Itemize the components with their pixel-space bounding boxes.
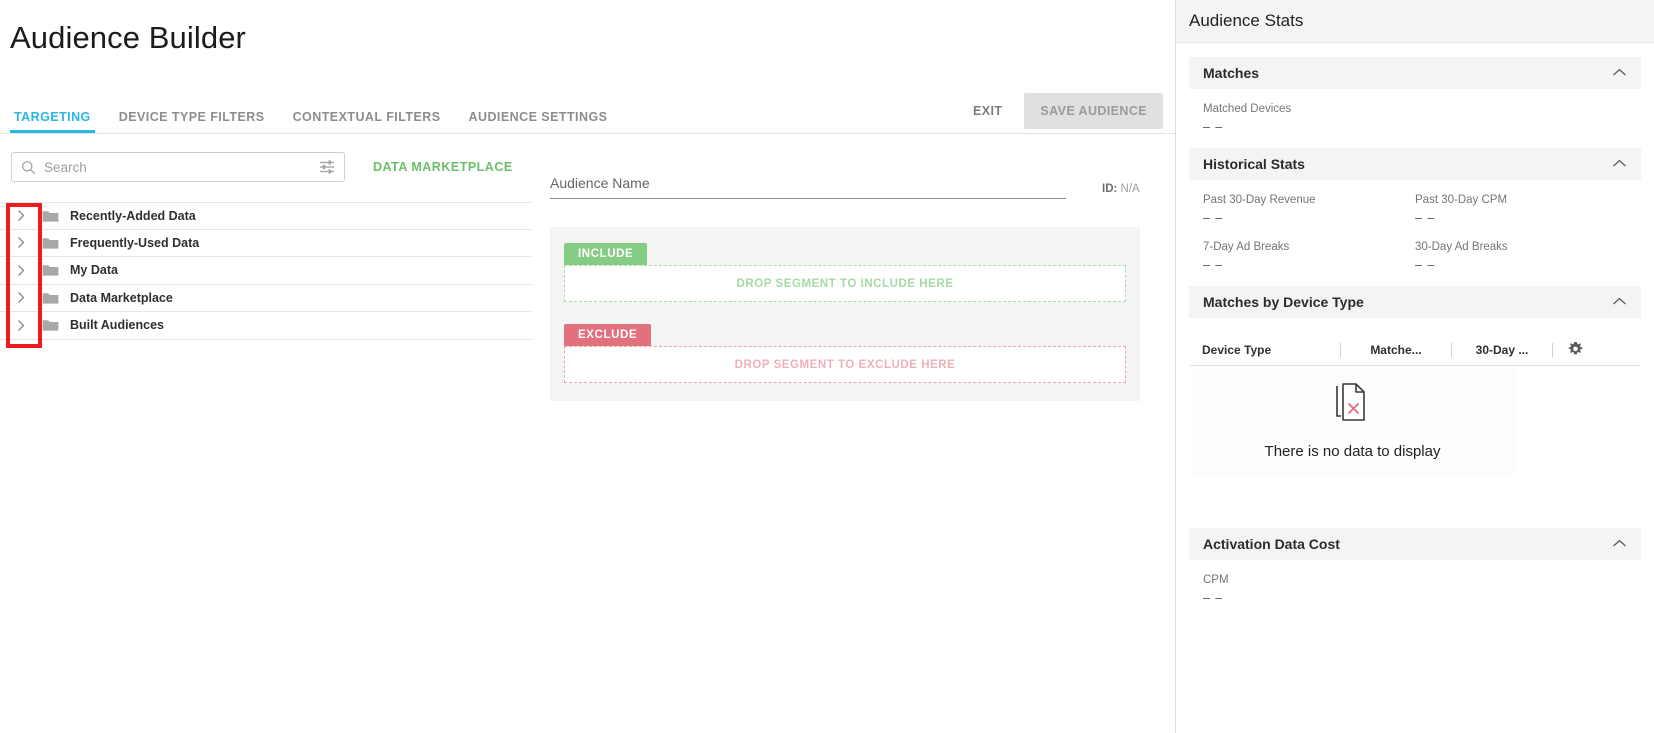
- main-content-area: Audience Builder TARGETING DEVICE TYPE F…: [0, 0, 1176, 733]
- column-header-matched[interactable]: Matche...: [1341, 343, 1451, 357]
- historical-stats-grid: Past 30-Day Revenue – – Past 30-Day CPM …: [1203, 194, 1627, 272]
- tree-row[interactable]: Frequently-Used Data: [0, 230, 532, 257]
- stat-item: 30-Day Ad Breaks – –: [1415, 241, 1627, 272]
- stat-label: 7-Day Ad Breaks: [1203, 241, 1290, 253]
- tree-row[interactable]: Recently-Added Data: [0, 202, 532, 230]
- device-type-empty-state: There is no data to display: [1190, 366, 1515, 476]
- include-drop-zone[interactable]: DROP SEGMENT TO INCLUDE HERE: [564, 265, 1126, 302]
- folder-icon: [42, 318, 59, 332]
- device-type-table: Device Type Matche... 30-Day ... There i…: [1176, 334, 1654, 476]
- stat-label: 30-Day Ad Breaks: [1415, 241, 1508, 253]
- audience-name-row: ID: N/A: [550, 165, 1150, 199]
- no-data-document-icon: [1333, 382, 1373, 429]
- chevron-right-icon[interactable]: [0, 312, 42, 339]
- section-matches-by-device-type: Matches by Device Type: [1176, 286, 1654, 318]
- chevron-up-icon[interactable]: [1612, 535, 1627, 553]
- activation-section-title: Activation Data Cost: [1203, 536, 1340, 552]
- exit-button[interactable]: EXIT: [967, 96, 1008, 126]
- audience-id-label: ID:: [1102, 183, 1118, 195]
- include-group: INCLUDE DROP SEGMENT TO INCLUDE HERE: [564, 243, 1126, 302]
- stat-value: – –: [1203, 211, 1224, 225]
- stat-item: Past 30-Day CPM – –: [1415, 194, 1627, 225]
- search-box[interactable]: [11, 152, 345, 182]
- section-matches: Matches Matched Devices – –: [1176, 57, 1654, 134]
- section-activation-data-cost: Activation Data Cost CPM – –: [1176, 528, 1654, 605]
- tree-item-label: Recently-Added Data: [70, 208, 196, 223]
- audience-id-value: N/A: [1120, 183, 1140, 195]
- matches-section-body: Matched Devices – –: [1189, 89, 1641, 134]
- tree-item-label: My Data: [70, 263, 118, 278]
- stat-label: Past 30-Day CPM: [1415, 194, 1508, 206]
- stats-panel-title: Audience Stats: [1189, 11, 1304, 30]
- historical-stats-section-header[interactable]: Historical Stats: [1189, 148, 1641, 180]
- tab-contextual-filters[interactable]: CONTEXTUAL FILTERS: [279, 88, 455, 133]
- data-tree: Recently-Added Data Frequently-Used Data: [0, 202, 540, 340]
- folder-icon: [42, 263, 59, 277]
- tree-row[interactable]: Data Marketplace: [0, 285, 532, 312]
- device-type-section-title: Matches by Device Type: [1203, 294, 1364, 310]
- include-chip: INCLUDE: [564, 243, 648, 265]
- page-title: Audience Builder: [10, 20, 246, 55]
- tree-row[interactable]: My Data: [0, 257, 532, 285]
- segment-drop-container: INCLUDE DROP SEGMENT TO INCLUDE HERE EXC…: [550, 227, 1140, 401]
- matches-section-header[interactable]: Matches: [1189, 57, 1641, 89]
- stat-value: – –: [1415, 211, 1436, 225]
- folder-icon: [42, 236, 59, 250]
- stat-label: Past 30-Day Revenue: [1203, 194, 1316, 206]
- matched-devices-label: Matched Devices: [1203, 103, 1292, 115]
- chevron-right-icon[interactable]: [0, 230, 42, 257]
- exclude-drop-zone[interactable]: DROP SEGMENT TO EXCLUDE HERE: [564, 346, 1126, 383]
- matched-devices-value: – –: [1203, 120, 1224, 134]
- device-type-section-header[interactable]: Matches by Device Type: [1189, 286, 1641, 318]
- audience-definition-panel: ID: N/A INCLUDE DROP SEGMENT TO INCLUDE …: [550, 165, 1150, 401]
- search-icon: [21, 160, 36, 175]
- historical-stats-section-title: Historical Stats: [1203, 156, 1305, 172]
- tree-item-label: Data Marketplace: [70, 290, 173, 305]
- cpm-label: CPM: [1203, 574, 1229, 586]
- folder-icon: [42, 209, 59, 223]
- stat-item: Past 30-Day Revenue – –: [1203, 194, 1415, 225]
- data-marketplace-link[interactable]: DATA MARKETPLACE: [373, 160, 513, 174]
- toolbar-actions: EXIT SAVE AUDIENCE: [967, 88, 1163, 133]
- audience-stats-panel: Audience Stats Matches Matched Devices –…: [1176, 0, 1654, 733]
- section-historical-stats: Historical Stats Past 30-Day Revenue – –…: [1176, 148, 1654, 272]
- exclude-group: EXCLUDE DROP SEGMENT TO EXCLUDE HERE: [564, 324, 1126, 383]
- audience-name-input[interactable]: [550, 175, 1066, 199]
- chevron-right-icon[interactable]: [0, 285, 42, 312]
- tree-row[interactable]: Built Audiences: [0, 312, 532, 340]
- chevron-right-icon[interactable]: [0, 257, 42, 284]
- column-header-30-day[interactable]: 30-Day ...: [1452, 343, 1552, 357]
- device-type-table-header: Device Type Matche... 30-Day ...: [1190, 334, 1640, 366]
- tree-item-label: Built Audiences: [70, 318, 164, 333]
- filter-sliders-icon[interactable]: [319, 159, 335, 175]
- tree-item-label: Frequently-Used Data: [70, 235, 200, 250]
- gear-icon[interactable]: [1553, 341, 1597, 358]
- save-audience-button[interactable]: SAVE AUDIENCE: [1024, 92, 1163, 129]
- audience-id: ID: N/A: [1102, 183, 1140, 199]
- activation-section-body: CPM – –: [1189, 560, 1641, 605]
- stat-value: – –: [1203, 258, 1224, 272]
- chevron-up-icon[interactable]: [1612, 293, 1627, 311]
- exclude-chip: EXCLUDE: [564, 324, 652, 346]
- audience-builder-app: Audience Builder TARGETING DEVICE TYPE F…: [0, 0, 1654, 733]
- tab-audience-settings[interactable]: AUDIENCE SETTINGS: [455, 88, 622, 133]
- cpm-value: – –: [1203, 591, 1224, 605]
- folder-icon: [42, 291, 59, 305]
- tab-device-type-filters[interactable]: DEVICE TYPE FILTERS: [105, 88, 279, 133]
- column-header-device-type[interactable]: Device Type: [1190, 343, 1340, 357]
- historical-stats-body: Past 30-Day Revenue – – Past 30-Day CPM …: [1189, 180, 1641, 272]
- explorer-toolbar: DATA MARKETPLACE: [0, 146, 540, 188]
- tab-targeting[interactable]: TARGETING: [0, 88, 105, 133]
- data-explorer: DATA MARKETPLACE Recently-Added Data: [0, 146, 540, 340]
- matches-section-title: Matches: [1203, 65, 1260, 81]
- chevron-right-icon[interactable]: [0, 203, 42, 229]
- chevron-up-icon[interactable]: [1612, 64, 1627, 82]
- activation-section-header[interactable]: Activation Data Cost: [1189, 528, 1641, 560]
- empty-state-text: There is no data to display: [1264, 443, 1441, 460]
- stat-item: 7-Day Ad Breaks – –: [1203, 241, 1415, 272]
- stat-value: – –: [1415, 258, 1436, 272]
- search-input[interactable]: [44, 159, 319, 175]
- stats-panel-header: Audience Stats: [1176, 0, 1654, 43]
- chevron-up-icon[interactable]: [1612, 155, 1627, 173]
